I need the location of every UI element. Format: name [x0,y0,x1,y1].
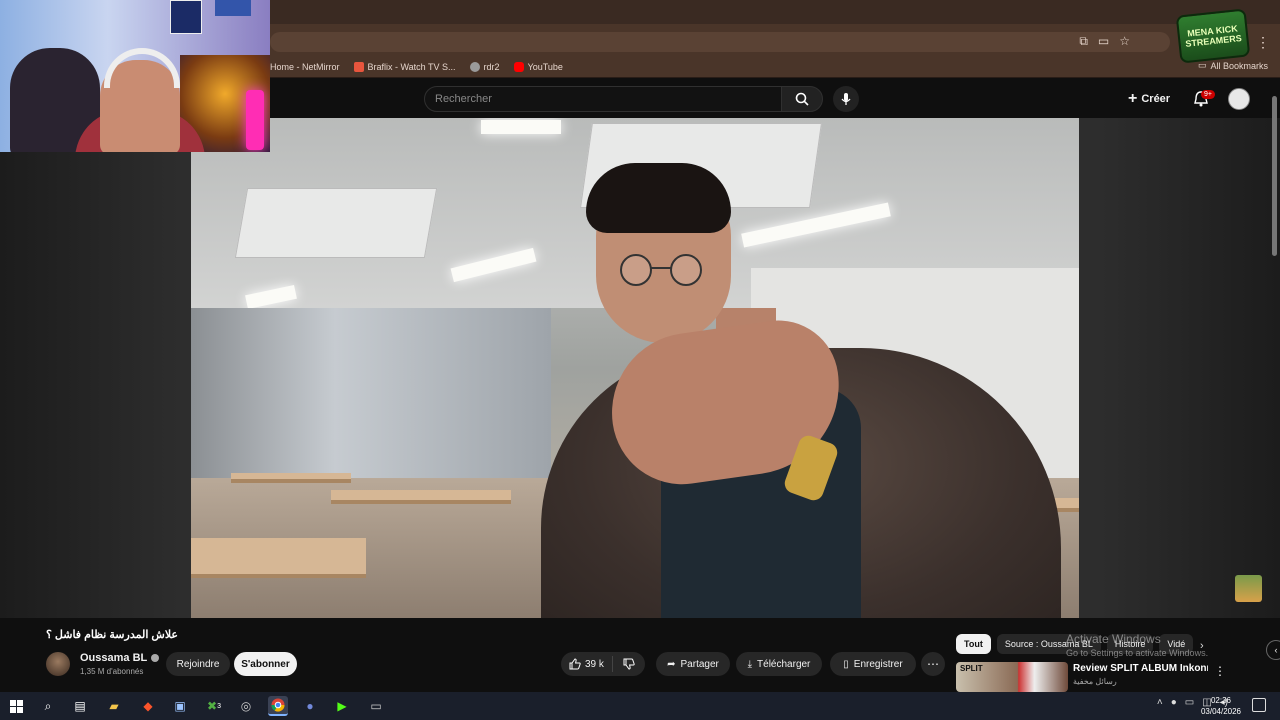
poster [170,0,202,34]
app-window-icon[interactable]: ▭ [366,696,386,716]
recommendation-title[interactable]: Review SPLIT ALBUM Inkonnu | [1073,663,1208,674]
screen: ⧉ ▭ ☆ ⋮ Home - NetMirror Braflix - Watch… [0,0,1280,720]
glasses-icon [620,254,702,286]
create-button[interactable]: + Créer [1128,90,1170,108]
bookmark-rdr2[interactable]: rdr2 [469,61,500,72]
chrome-icon[interactable] [268,696,288,716]
share-button[interactable]: ➦ Partager [656,652,730,676]
search-button[interactable] [781,86,823,112]
like-dislike-group: 39 k [561,652,645,676]
window-wall [191,308,551,478]
channel-name[interactable]: Oussama BL [80,652,160,664]
classroom-desk [191,538,366,578]
clock-date: 03/04/2026 [1200,707,1242,716]
recommendation-channel[interactable]: رسائل مخفية [1073,677,1117,686]
notification-center-icon[interactable] [1252,698,1266,712]
streamer-avatar [1235,575,1262,602]
steam-like-icon[interactable]: ◎ [236,696,256,716]
activate-windows-subtext: Go to Settings to activate Windows. [1066,648,1209,658]
subscriber-count: 1,35 M d'abonnés [80,667,144,676]
store-icon[interactable]: ▣ [170,696,190,716]
ceiling-light [481,120,561,134]
recommendation-thumbnail[interactable]: SPLIT [956,662,1068,692]
discord-icon[interactable]: ● [300,696,320,716]
cast-icon[interactable]: ▭ [1098,34,1109,49]
webcam-overlay [0,0,270,152]
join-button[interactable]: Rejoindre [166,652,230,676]
like-button[interactable]: 39 k [561,656,613,672]
verified-icon [151,654,160,662]
plus-icon: + [1128,90,1138,107]
chevron-up-icon[interactable]: ˄ [1157,697,1163,708]
led-light [246,90,264,150]
mic-tray-icon[interactable]: ● [1171,697,1177,708]
bookmark-netmirror[interactable]: Home - NetMirror [270,62,340,72]
classroom-desk [231,473,351,483]
file-explorer-icon[interactable]: ▰ [104,696,124,716]
thumbs-down-icon [623,658,635,670]
all-bookmarks[interactable]: ▭ All Bookmarks [1198,60,1268,71]
taskbar-clock[interactable]: 02:36 03/04/2026 [1196,695,1246,717]
youtube-icon [513,61,524,72]
download-button[interactable]: ⤓ Télécharger [736,652,822,676]
globe-icon [469,61,480,72]
bookmark-youtube[interactable]: YouTube [513,61,563,72]
activate-windows-watermark: Activate Windows [1066,632,1161,646]
chip-all[interactable]: Tout [956,634,991,654]
folder-icon: ▭ [1197,60,1207,70]
share-icon: ➦ [667,658,676,670]
chevron-left-icon[interactable]: ‹ [1266,640,1280,660]
braflix-icon [353,61,364,72]
subscribe-button[interactable]: S'abonner [234,652,297,676]
bookmark-braflix[interactable]: Braflix - Watch TV S... [353,61,456,72]
media-player-icon[interactable]: ▶ [332,696,352,716]
classroom-desk [331,490,511,504]
address-bar[interactable] [270,32,1170,52]
clock-time: 02:36 [1210,696,1232,705]
brave-browser-icon[interactable]: ◆ [138,696,158,716]
voice-search-button[interactable] [833,86,859,112]
monitor-tray-icon[interactable]: ▭ [1185,697,1194,708]
channel-avatar[interactable] [46,652,70,676]
save-button[interactable]: ▯ Enregistrer [830,652,916,676]
ceiling-panel [234,188,438,258]
poster [215,0,251,16]
download-icon: ⤓ [747,658,753,670]
xbox-icon[interactable]: ✖ 3 [204,696,224,716]
windows-logo-icon [9,699,23,713]
windows-start-icon[interactable] [6,696,26,716]
chrome-logo-icon [271,698,285,712]
more-horizontal-icon: ⋯ [927,657,939,671]
thumbs-up-icon [569,658,581,670]
stream-overlay-logo: MENA KICK STREAMERS [1175,8,1251,64]
browser-menu-icon[interactable]: ⋮ [1256,34,1270,51]
microphone-icon [841,93,851,105]
windows-taskbar [0,692,1280,720]
account-avatar[interactable] [1228,88,1250,110]
search-icon [795,92,809,106]
omnibox-icons: ⧉ ▭ ☆ [1079,34,1130,49]
bookmark-icon: ▯ [843,658,849,670]
star-icon[interactable]: ☆ [1119,34,1130,49]
task-view-icon[interactable]: ▤ [70,696,90,716]
video-player[interactable] [191,118,1079,618]
more-actions-button[interactable]: ⋯ [921,652,945,676]
presenter-hair [586,163,731,233]
translate-icon[interactable]: ⧉ [1079,34,1088,49]
video-title: علاش المدرسة نظام فاشل ؟ [46,629,178,641]
notification-count-badge: 9+ [1201,90,1215,99]
taskbar-search-icon[interactable]: ⌕ [38,696,58,716]
dislike-button[interactable] [613,658,645,670]
more-vertical-icon[interactable]: ⋮ [1214,664,1226,678]
search-input[interactable]: Rechercher [424,86,782,112]
page-scrollbar[interactable] [1272,96,1277,256]
